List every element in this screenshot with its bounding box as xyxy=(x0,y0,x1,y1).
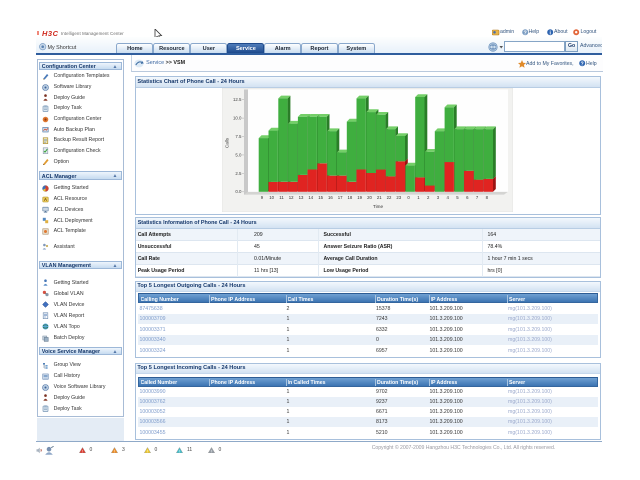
svg-text:Time: Time xyxy=(372,203,382,208)
svg-text:12.5: 12.5 xyxy=(232,97,241,102)
svg-text:10.0: 10.0 xyxy=(232,115,241,120)
svg-text:2.5: 2.5 xyxy=(235,170,242,175)
svg-text:!: ! xyxy=(146,449,147,453)
svg-text:11: 11 xyxy=(279,195,284,200)
svg-text:10: 10 xyxy=(269,195,274,200)
svg-text:23: 23 xyxy=(396,195,401,200)
svg-text:15: 15 xyxy=(318,195,323,200)
svg-text:18: 18 xyxy=(347,195,352,200)
svg-text:13: 13 xyxy=(298,195,303,200)
svg-text:14: 14 xyxy=(308,195,313,200)
svg-text:20: 20 xyxy=(367,195,372,200)
svg-text:19: 19 xyxy=(357,195,362,200)
svg-text:22: 22 xyxy=(386,195,391,200)
svg-text:16: 16 xyxy=(328,195,333,200)
svg-text:?: ? xyxy=(523,30,526,36)
svg-text:!: ! xyxy=(81,449,82,453)
svg-text:5.0: 5.0 xyxy=(235,152,242,157)
svg-text:!: ! xyxy=(114,449,115,453)
svg-text:Calls: Calls xyxy=(224,137,229,148)
svg-text:17: 17 xyxy=(337,195,342,200)
svg-text:7.5: 7.5 xyxy=(235,133,242,138)
svg-text:!: ! xyxy=(179,449,180,453)
svg-text:12: 12 xyxy=(288,195,293,200)
svg-text:!: ! xyxy=(210,449,211,453)
svg-text:21: 21 xyxy=(376,195,381,200)
svg-text:?: ? xyxy=(580,61,583,67)
svg-text:0.0: 0.0 xyxy=(235,189,242,194)
